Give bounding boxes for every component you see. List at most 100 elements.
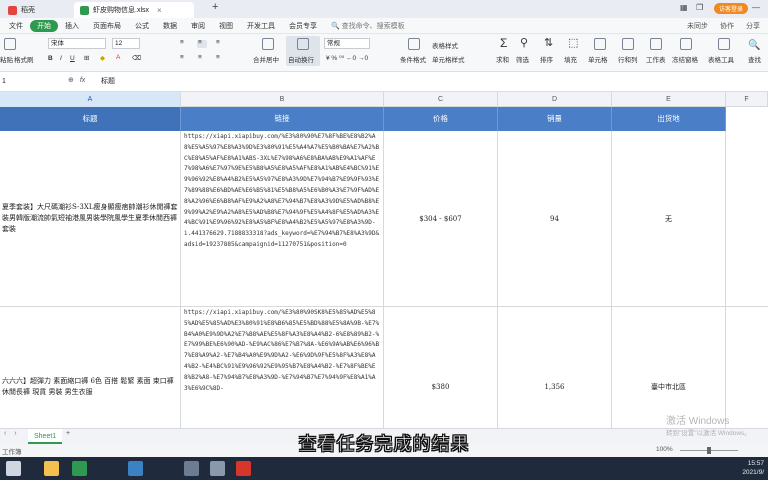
cond-format-label[interactable]: 条件格式 [400,54,426,64]
column-header-b[interactable]: B [181,92,384,107]
find-label[interactable]: 查找 [748,54,761,64]
freeze-label[interactable]: 冻结窗格 [672,54,698,64]
wps-icon[interactable] [236,461,251,476]
sort-label[interactable]: 排序 [540,54,553,64]
align-bottom-icon[interactable]: ≡ [216,39,220,46]
header-cell-title[interactable]: 标题 [0,107,181,131]
menu-search[interactable]: 🔍 查找命令、搜索模板 [324,21,412,31]
filter-label[interactable]: 筛选 [516,54,529,64]
align-top-icon[interactable]: ≡ [180,39,184,46]
collab-button[interactable]: 协作 [720,21,734,31]
system-clock[interactable]: 15:57 2021/9/ [742,459,764,477]
close-tab-icon[interactable]: × [157,6,162,15]
minimize-icon[interactable]: — [752,3,760,12]
empty-cell[interactable] [726,307,768,428]
zoom-icon[interactable]: ⊕ [68,77,74,84]
format-painter-label[interactable]: 格式刷 [14,54,34,64]
freeze-icon[interactable] [680,38,692,50]
login-button[interactable]: 访客登录 [714,3,748,14]
cell-style-label[interactable]: 单元格样式 [432,54,465,64]
formula-input[interactable]: 标题 [101,76,115,88]
filter-icon[interactable]: ⚲ [520,36,528,49]
menu-file[interactable]: 文件 [2,21,30,31]
origin-cell[interactable]: 无 [612,131,726,307]
menu-insert[interactable]: 插入 [58,21,86,31]
align-left-icon[interactable]: ≡ [180,54,184,61]
empty-cell[interactable] [726,131,768,307]
column-header-a[interactable]: A [0,92,181,107]
sheet-label[interactable]: 工作表 [646,54,666,64]
rowcol-icon[interactable] [622,38,634,50]
app2-icon[interactable] [210,461,225,476]
sales-cell[interactable]: 1,356 [498,307,612,428]
menu-page-layout[interactable]: 页面布局 [86,21,128,31]
number-format-select[interactable]: 常规 [324,38,370,49]
title-cell[interactable]: 夏季套装】大尺碼潮衫S-3XL瘦身顯瘦痞帥潮衫休閒褲套裝男韓版潮流帥氣短袖港風男… [0,131,181,307]
merge-label[interactable]: 合并居中 [253,54,279,64]
link-cell[interactable]: https://xiapi.xiapibuy.com/%E3%80%90%E7%… [181,131,384,307]
header-cell-link[interactable]: 链接 [181,107,384,131]
rowcol-label[interactable]: 行和列 [618,54,638,64]
font-name-select[interactable]: 宋体 [48,38,106,49]
app-icon[interactable] [184,461,199,476]
bold-icon[interactable]: B [48,55,53,62]
tools-icon[interactable] [718,38,730,50]
spreadsheet-grid[interactable]: A B C D E F 标题 链接 价格 销量 出货地 夏季套装】大尺碼潮衫S-… [0,92,768,428]
header-cell-empty[interactable] [726,107,768,131]
header-cell-sales[interactable]: 销量 [498,107,612,131]
price-cell[interactable]: $304 - $607 [384,131,498,307]
header-cell-price[interactable]: 价格 [384,107,498,131]
sync-status[interactable]: 未同步 [687,21,708,31]
excel-icon[interactable] [72,461,87,476]
fill-color-icon[interactable]: ◆ [100,54,105,62]
italic-icon[interactable]: I [60,55,62,62]
title-cell[interactable]: 六六六】超彈力 素面縮口褲 6色 百搭 鬆緊 素面 束口褲 休閒長褲 現貨 男裝… [0,307,181,428]
menu-member[interactable]: 会员专享 [282,21,324,31]
font-color-icon[interactable]: A [116,54,120,61]
grid-icon[interactable]: ▦ [680,3,688,12]
paste-label[interactable]: 粘贴 [0,54,13,64]
price-cell[interactable]: $380 [384,307,498,428]
window-icon[interactable]: ❐ [696,3,703,12]
find-icon[interactable]: 🔍 [748,40,760,51]
sheet-icon[interactable] [650,38,662,50]
browser-icon[interactable] [128,461,143,476]
menu-developer[interactable]: 开发工具 [240,21,282,31]
column-header-e[interactable]: E [612,92,726,107]
menu-formula[interactable]: 公式 [128,21,156,31]
cells-label[interactable]: 单元格 [588,54,608,64]
menu-review[interactable]: 审阅 [184,21,212,31]
align-center-icon[interactable]: ≡ [198,54,202,61]
origin-cell[interactable]: 臺中市北區 [612,307,726,428]
wrap-label[interactable]: 自动换行 [288,54,314,64]
start-icon[interactable] [6,461,21,476]
fill-icon[interactable]: ⬚ [568,36,578,49]
merge-icon[interactable] [262,38,274,50]
table-style-label[interactable]: 表格样式 [432,40,458,50]
sum-label[interactable]: 求和 [496,54,509,64]
underline-icon[interactable]: U [70,55,75,62]
menu-view[interactable]: 视图 [212,21,240,31]
menu-start[interactable]: 开始 [30,19,58,32]
cells-icon[interactable] [594,38,606,50]
border-icon[interactable]: ⊞ [84,54,89,62]
cell-reference-box[interactable]: 1 [0,76,54,88]
sum-icon[interactable]: Σ [500,36,507,50]
sales-cell[interactable]: 94 [498,131,612,307]
sort-icon[interactable]: ⇅ [544,36,553,49]
wrap-icon[interactable] [297,38,309,50]
paste-icon[interactable] [4,38,16,50]
fill-label[interactable]: 填充 [564,54,577,64]
link-cell[interactable]: https://xiapi.xiapibuy.com/%E3%80%90SK8%… [181,307,384,428]
column-header-c[interactable]: C [384,92,498,107]
percent-icon[interactable]: ¥ % ⁰⁰ ←0 →0 [326,54,368,62]
menu-data[interactable]: 数据 [156,21,184,31]
font-size-select[interactable]: 12 [112,38,140,49]
explorer-icon[interactable] [44,461,59,476]
eraser-icon[interactable]: ⌫ [132,54,141,62]
fx-icon[interactable]: fx [80,77,85,84]
tab-daoke[interactable]: 稻壳 [2,2,41,18]
align-middle-icon[interactable]: ≡ [198,39,202,46]
new-tab-button[interactable]: + [212,1,218,13]
column-header-f[interactable]: F [726,92,768,107]
